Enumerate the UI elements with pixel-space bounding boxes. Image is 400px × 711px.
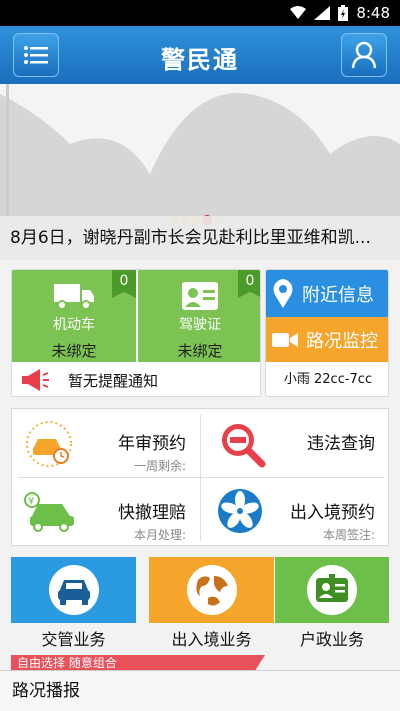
- household-business-tile[interactable]: [275, 557, 389, 623]
- quick-claim-button[interactable]: ¥ 快撤理赔 本月处理:: [12, 478, 200, 546]
- location-pin-icon: [273, 278, 293, 308]
- traffic-monitor-button[interactable]: 路况监控: [266, 317, 388, 362]
- exit-entry-business-tile[interactable]: [149, 557, 274, 623]
- vehicle-label: 机动车: [53, 317, 95, 333]
- banner-caption: 8月6日，谢晓丹副市长会见赴利比里亚维和凯...: [0, 216, 400, 260]
- id-card-icon: [182, 282, 218, 310]
- exit-entry-business-label: 出入境业务: [171, 630, 252, 649]
- traffic-label: 路况监控: [306, 330, 378, 352]
- household-business-label: 户政业务: [299, 630, 364, 649]
- license-label: 驾驶证: [179, 317, 221, 333]
- car-calendar-icon: [26, 421, 72, 467]
- service-sub: 本周签注:: [322, 528, 375, 542]
- license-status: 未绑定: [177, 342, 223, 360]
- globe-icon: [187, 565, 237, 615]
- violation-query-button[interactable]: 违法查询: [201, 409, 389, 477]
- notice-text: 暂无提醒通知: [68, 371, 159, 390]
- exit-entry-appointment-button[interactable]: 出入境预约 本周签注:: [201, 478, 389, 546]
- service-name: 快撤理赔: [118, 503, 186, 523]
- svg-text:¥: ¥: [28, 496, 34, 507]
- nearby-info-button[interactable]: 附近信息: [266, 270, 388, 317]
- user-button[interactable]: [341, 33, 387, 77]
- user-icon: [351, 41, 377, 69]
- car-front-icon: [49, 565, 99, 615]
- traffic-business-label: 交管业务: [41, 630, 106, 649]
- car-money-icon: ¥: [24, 492, 74, 532]
- vehicle-count-badge: 0: [112, 270, 136, 298]
- wifi-icon: [290, 6, 307, 19]
- battery-charging-icon: [338, 5, 349, 21]
- traffic-broadcast-bar[interactable]: 路况播报: [0, 670, 400, 711]
- truck-icon: [54, 284, 94, 310]
- service-name: 违法查询: [307, 434, 375, 454]
- binding-card: 0 机动车 未绑定 0 驾驶证 未绑定 暂无提醒通知: [11, 269, 261, 397]
- annual-inspection-button[interactable]: 年审预约 一周剩余:: [12, 409, 200, 477]
- weather-text: 小雨 22cc-7cc: [283, 372, 373, 387]
- camera-icon: [272, 332, 298, 347]
- status-bar: 8:48: [0, 0, 400, 26]
- license-count-badge: 0: [238, 270, 260, 298]
- person-card-icon: [307, 565, 357, 615]
- megaphone-icon: [22, 369, 49, 391]
- traffic-business-tile[interactable]: [11, 557, 136, 623]
- service-sub: 本月处理:: [133, 528, 186, 542]
- service-name: 年审预约: [118, 434, 186, 454]
- services-grid: 年审预约 一周剩余: 违法查询 ¥ 快撤理赔 本月处理: 出入境预约 本周签注:: [11, 408, 389, 546]
- reminder-notice[interactable]: 暂无提醒通知: [12, 362, 260, 396]
- search-minus-icon: [222, 424, 266, 468]
- info-card: 附近信息 路况监控 小雨 22cc-7cc: [265, 269, 389, 397]
- license-tile[interactable]: 0 驾驶证 未绑定: [138, 270, 260, 362]
- nearby-label: 附近信息: [302, 284, 374, 306]
- service-sub: 一周剩余:: [133, 459, 186, 473]
- app-bar: 警民通: [0, 26, 400, 84]
- vehicle-status: 未绑定: [51, 342, 97, 360]
- bauhinia-icon: [218, 489, 262, 533]
- vehicle-tile[interactable]: 0 机动车 未绑定: [12, 270, 136, 362]
- service-name: 出入境预约: [290, 503, 375, 523]
- signal-icon: [314, 6, 331, 20]
- promo-strip[interactable]: 自由选择 随意组合: [11, 655, 265, 671]
- status-time: 8:48: [356, 4, 390, 22]
- news-banner[interactable]: 8月6日，谢晓丹副市长会见赴利比里亚维和凯...: [0, 84, 400, 260]
- page-title: 警民通: [161, 46, 239, 74]
